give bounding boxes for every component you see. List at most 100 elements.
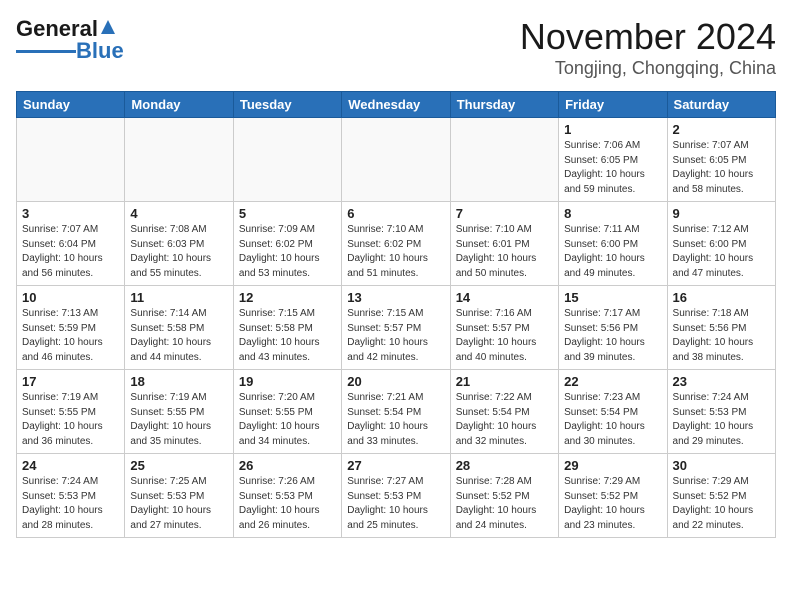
day-cell: 10 Sunrise: 7:13 AM Sunset: 5:59 PM Dayli… (17, 286, 125, 370)
day-cell (342, 118, 450, 202)
day-number: 24 (22, 458, 119, 473)
day-number: 10 (22, 290, 119, 305)
weekday-header-friday: Friday (559, 92, 667, 118)
weekday-header-tuesday: Tuesday (233, 92, 341, 118)
day-info: Sunrise: 7:17 AM Sunset: 5:56 PM Dayligh… (564, 307, 661, 365)
day-cell: 5 Sunrise: 7:09 AM Sunset: 6:02 PM Daylig… (233, 202, 341, 286)
day-number: 9 (673, 206, 770, 221)
day-number: 27 (347, 458, 444, 473)
day-number: 23 (673, 374, 770, 389)
logo: General Blue (16, 16, 124, 64)
day-number: 7 (456, 206, 553, 221)
location-subtitle: Tongjing, Chongqing, China (520, 58, 776, 79)
day-info: Sunrise: 7:19 AM Sunset: 5:55 PM Dayligh… (130, 391, 227, 449)
logo-blue: Blue (76, 38, 124, 64)
day-cell: 18 Sunrise: 7:19 AM Sunset: 5:55 PM Dayli… (125, 370, 233, 454)
day-info: Sunrise: 7:25 AM Sunset: 5:53 PM Dayligh… (130, 475, 227, 533)
day-info: Sunrise: 7:18 AM Sunset: 5:56 PM Dayligh… (673, 307, 770, 365)
day-number: 26 (239, 458, 336, 473)
day-cell: 16Sunrise: 7:18 AM Sunset: 5:56 PM Dayli… (667, 286, 775, 370)
day-cell: 14 Sunrise: 7:16 AM Sunset: 5:57 PM Dayli… (450, 286, 558, 370)
day-number: 21 (456, 374, 553, 389)
day-cell: 23Sunrise: 7:24 AM Sunset: 5:53 PM Dayli… (667, 370, 775, 454)
page-header: General Blue November 2024 Tongjing, Cho… (16, 16, 776, 79)
day-info: Sunrise: 7:23 AM Sunset: 5:54 PM Dayligh… (564, 391, 661, 449)
day-cell: 21 Sunrise: 7:22 AM Sunset: 5:54 PM Dayli… (450, 370, 558, 454)
day-cell: 30Sunrise: 7:29 AM Sunset: 5:52 PM Dayli… (667, 454, 775, 538)
day-info: Sunrise: 7:29 AM Sunset: 5:52 PM Dayligh… (673, 475, 770, 533)
day-info: Sunrise: 7:22 AM Sunset: 5:54 PM Dayligh… (456, 391, 553, 449)
day-number: 25 (130, 458, 227, 473)
day-info: Sunrise: 7:07 AM Sunset: 6:05 PM Dayligh… (673, 139, 770, 197)
day-info: Sunrise: 7:13 AM Sunset: 5:59 PM Dayligh… (22, 307, 119, 365)
week-row-2: 3Sunrise: 7:07 AM Sunset: 6:04 PM Daylig… (17, 202, 776, 286)
day-info: Sunrise: 7:14 AM Sunset: 5:58 PM Dayligh… (130, 307, 227, 365)
day-info: Sunrise: 7:26 AM Sunset: 5:53 PM Dayligh… (239, 475, 336, 533)
month-year-title: November 2024 (520, 16, 776, 58)
day-cell: 22 Sunrise: 7:23 AM Sunset: 5:54 PM Dayli… (559, 370, 667, 454)
day-cell (125, 118, 233, 202)
calendar-table: SundayMondayTuesdayWednesdayThursdayFrid… (16, 91, 776, 538)
day-info: Sunrise: 7:27 AM Sunset: 5:53 PM Dayligh… (347, 475, 444, 533)
day-cell: 2 Sunrise: 7:07 AM Sunset: 6:05 PM Daylig… (667, 118, 775, 202)
day-info: Sunrise: 7:24 AM Sunset: 5:53 PM Dayligh… (22, 475, 119, 533)
day-number: 6 (347, 206, 444, 221)
day-number: 19 (239, 374, 336, 389)
day-info: Sunrise: 7:20 AM Sunset: 5:55 PM Dayligh… (239, 391, 336, 449)
weekday-header-row: SundayMondayTuesdayWednesdayThursdayFrid… (17, 92, 776, 118)
weekday-header-wednesday: Wednesday (342, 92, 450, 118)
day-info: Sunrise: 7:15 AM Sunset: 5:58 PM Dayligh… (239, 307, 336, 365)
day-cell (233, 118, 341, 202)
day-number: 12 (239, 290, 336, 305)
weekday-header-saturday: Saturday (667, 92, 775, 118)
day-cell: 1Sunrise: 7:06 AM Sunset: 6:05 PM Daylig… (559, 118, 667, 202)
weekday-header-sunday: Sunday (17, 92, 125, 118)
day-cell: 15 Sunrise: 7:17 AM Sunset: 5:56 PM Dayli… (559, 286, 667, 370)
day-number: 28 (456, 458, 553, 473)
week-row-3: 10 Sunrise: 7:13 AM Sunset: 5:59 PM Dayli… (17, 286, 776, 370)
day-info: Sunrise: 7:21 AM Sunset: 5:54 PM Dayligh… (347, 391, 444, 449)
day-number: 5 (239, 206, 336, 221)
weekday-header-thursday: Thursday (450, 92, 558, 118)
day-number: 18 (130, 374, 227, 389)
day-cell: 26 Sunrise: 7:26 AM Sunset: 5:53 PM Dayli… (233, 454, 341, 538)
title-block: November 2024 Tongjing, Chongqing, China (520, 16, 776, 79)
day-number: 22 (564, 374, 661, 389)
day-info: Sunrise: 7:19 AM Sunset: 5:55 PM Dayligh… (22, 391, 119, 449)
day-cell: 20Sunrise: 7:21 AM Sunset: 5:54 PM Dayli… (342, 370, 450, 454)
day-info: Sunrise: 7:12 AM Sunset: 6:00 PM Dayligh… (673, 223, 770, 281)
day-cell (450, 118, 558, 202)
day-info: Sunrise: 7:16 AM Sunset: 5:57 PM Dayligh… (456, 307, 553, 365)
day-cell (17, 118, 125, 202)
day-number: 14 (456, 290, 553, 305)
day-cell: 27 Sunrise: 7:27 AM Sunset: 5:53 PM Dayli… (342, 454, 450, 538)
day-info: Sunrise: 7:11 AM Sunset: 6:00 PM Dayligh… (564, 223, 661, 281)
day-number: 13 (347, 290, 444, 305)
day-number: 17 (22, 374, 119, 389)
day-cell: 4Sunrise: 7:08 AM Sunset: 6:03 PM Daylig… (125, 202, 233, 286)
day-number: 1 (564, 122, 661, 137)
day-number: 3 (22, 206, 119, 221)
day-info: Sunrise: 7:15 AM Sunset: 5:57 PM Dayligh… (347, 307, 444, 365)
day-info: Sunrise: 7:29 AM Sunset: 5:52 PM Dayligh… (564, 475, 661, 533)
week-row-4: 17 Sunrise: 7:19 AM Sunset: 5:55 PM Dayli… (17, 370, 776, 454)
day-number: 15 (564, 290, 661, 305)
day-cell: 9 Sunrise: 7:12 AM Sunset: 6:00 PM Daylig… (667, 202, 775, 286)
weekday-header-monday: Monday (125, 92, 233, 118)
week-row-1: 1Sunrise: 7:06 AM Sunset: 6:05 PM Daylig… (17, 118, 776, 202)
day-cell: 28Sunrise: 7:28 AM Sunset: 5:52 PM Dayli… (450, 454, 558, 538)
day-number: 11 (130, 290, 227, 305)
day-info: Sunrise: 7:10 AM Sunset: 6:01 PM Dayligh… (456, 223, 553, 281)
day-cell: 17 Sunrise: 7:19 AM Sunset: 5:55 PM Dayli… (17, 370, 125, 454)
day-cell: 24 Sunrise: 7:24 AM Sunset: 5:53 PM Dayli… (17, 454, 125, 538)
week-row-5: 24 Sunrise: 7:24 AM Sunset: 5:53 PM Dayli… (17, 454, 776, 538)
day-cell: 3Sunrise: 7:07 AM Sunset: 6:04 PM Daylig… (17, 202, 125, 286)
day-cell: 13 Sunrise: 7:15 AM Sunset: 5:57 PM Dayli… (342, 286, 450, 370)
day-cell: 7 Sunrise: 7:10 AM Sunset: 6:01 PM Daylig… (450, 202, 558, 286)
logo-underline (16, 50, 76, 53)
day-cell: 12 Sunrise: 7:15 AM Sunset: 5:58 PM Dayli… (233, 286, 341, 370)
day-info: Sunrise: 7:10 AM Sunset: 6:02 PM Dayligh… (347, 223, 444, 281)
day-cell: 6 Sunrise: 7:10 AM Sunset: 6:02 PM Daylig… (342, 202, 450, 286)
day-info: Sunrise: 7:09 AM Sunset: 6:02 PM Dayligh… (239, 223, 336, 281)
day-number: 2 (673, 122, 770, 137)
